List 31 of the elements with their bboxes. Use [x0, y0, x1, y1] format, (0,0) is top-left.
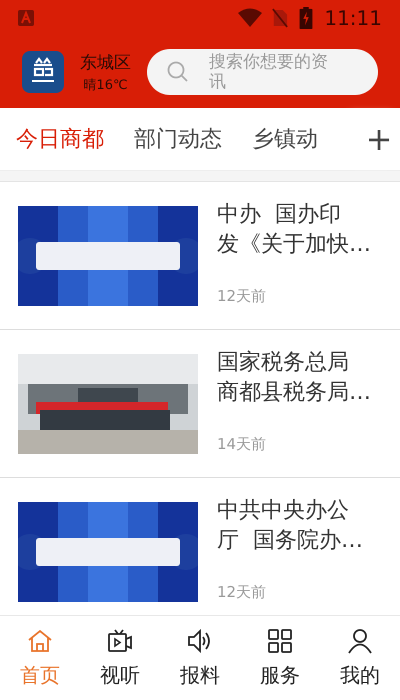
nav-tab[interactable]: 我的 — [340, 628, 380, 688]
news-time: 14天前 — [217, 434, 266, 454]
app-notification-icon — [18, 10, 34, 26]
video-camera-icon — [107, 628, 133, 654]
status-time: 11:11 — [324, 6, 382, 30]
category-tab[interactable]: 今日商都 — [16, 114, 104, 164]
news-item[interactable]: 国家税务总局 商都县税务局… 14天前 — [0, 330, 400, 478]
add-tab-button[interactable]: + — [358, 114, 400, 164]
user-icon — [347, 628, 373, 654]
news-time: 12天前 — [217, 582, 266, 602]
news-item[interactable]: 中办 国办印 发《关于加快… 12天前 — [0, 182, 400, 330]
news-title[interactable]: 中办 国办印 发《关于加快… — [217, 200, 371, 260]
no-sim-icon — [272, 7, 288, 29]
grid-icon — [267, 628, 293, 654]
nav-tab[interactable]: 视听 — [100, 628, 140, 688]
category-tab[interactable]: 乡镇动 — [252, 114, 318, 164]
home-icon — [27, 628, 53, 654]
battery-charging-icon — [298, 7, 314, 29]
wifi-icon — [238, 8, 262, 28]
nav-tab[interactable]: 服务 — [260, 628, 300, 688]
news-item[interactable]: 中共中央办公 厅 国务院办… 12天前 — [0, 478, 400, 615]
district-label[interactable]: 东城区 — [80, 50, 131, 74]
category-tab[interactable]: 部门动态 — [134, 114, 222, 164]
speaker-icon — [187, 628, 213, 654]
search-icon — [167, 61, 189, 83]
news-title[interactable]: 中共中央办公 厅 国务院办… — [217, 496, 363, 556]
news-time: 12天前 — [217, 286, 266, 306]
app-logo-icon — [22, 51, 64, 93]
news-title[interactable]: 国家税务总局 商都县税务局… — [217, 348, 371, 408]
nav-tab[interactable]: 报料 — [180, 628, 220, 688]
weather-label: 晴16℃ — [83, 76, 128, 94]
